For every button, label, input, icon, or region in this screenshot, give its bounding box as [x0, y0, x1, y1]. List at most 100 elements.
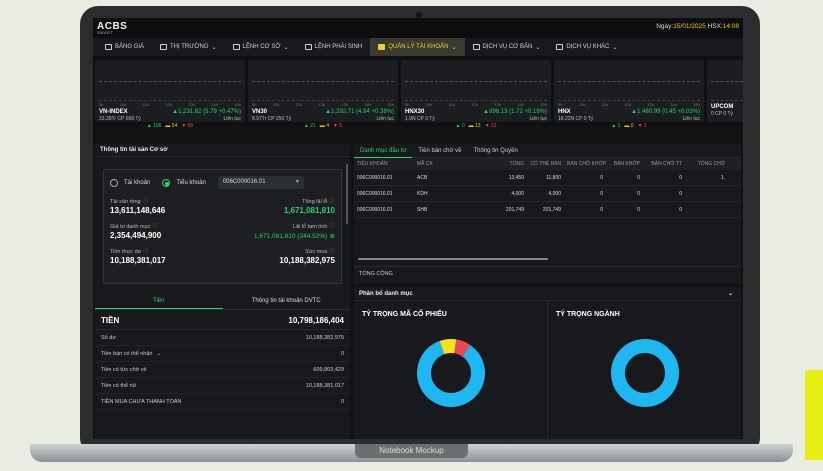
tab-dvtc-info[interactable]: Thông tin tài khoản DVTC: [223, 294, 351, 309]
net-assets: Tài sản ròng ⓘ 13,611,148,646: [110, 197, 223, 215]
date-time: Ngày:15/01/2025 HSX:14:08: [656, 23, 739, 30]
tick-label: 14h: [670, 102, 677, 107]
column-header[interactable]: TIỂU KHOẢN: [354, 158, 414, 170]
nav-label: LỆNH CƠ SỞ: [242, 44, 281, 50]
horizontal-scrollbar[interactable]: [358, 258, 548, 260]
stock-chart-title: TỶ TRỌNG MÃ CỔ PHIẾU: [362, 311, 447, 318]
advance-count: 0: [461, 123, 465, 129]
table-cell: 0: [637, 175, 640, 181]
tab-cash[interactable]: Tiền: [95, 294, 223, 309]
time-value: 14:08: [722, 23, 739, 30]
subaccount-radio[interactable]: [162, 178, 171, 187]
column-header[interactable]: BÁN CHỜ TT: [643, 158, 685, 170]
nav-item-4[interactable]: QUẢN LÝ TÀI KHOẢN ⌄: [370, 38, 465, 56]
list-item: TIỀN MUA CHƯA THANH TOÁN 0: [95, 394, 350, 410]
column-header[interactable]: BÁN CHỜ KHỚP: [564, 158, 606, 170]
table-cell: 4,000: [511, 191, 524, 197]
nav-item-3[interactable]: LỆNH PHÁI SINH: [297, 38, 371, 56]
column-header[interactable]: BÁN KHỚP: [606, 158, 643, 170]
table-row[interactable]: 006C000016.01 KDH 4,000 4,000 0 0 0: [354, 186, 741, 202]
table-cell: 0: [679, 207, 682, 213]
tick-label: 10h: [119, 102, 127, 107]
tab-rights-info[interactable]: Thông tin Quyền: [467, 144, 523, 158]
tab-pending-sales[interactable]: Tiền bán chờ về: [412, 144, 467, 158]
column-header[interactable]: MÃ CK: [414, 158, 472, 170]
row-value: 0: [340, 399, 344, 405]
nav-item-5[interactable]: DỊCH VỤ CƠ BẢN ⌄: [465, 38, 549, 56]
table-cell: 006C000016.01: [357, 175, 393, 181]
unchanged-count: 54: [171, 123, 178, 129]
index-value: 0 Tỷ: [583, 116, 594, 122]
table-cell: 0: [679, 191, 682, 197]
table-cell: 11,800: [546, 175, 561, 181]
chevron-down-icon: ⌄: [612, 44, 618, 51]
nav-item-6[interactable]: DỊCH VỤ KHÁC ⌄: [548, 38, 625, 56]
index-card[interactable]: 9h 10h 11h 12h 13h 14h 15h VN-INDEX ▲1,231.82 …: [95, 60, 245, 129]
service-icon: [556, 44, 564, 50]
donut-slice[interactable]: [610, 339, 679, 407]
tick-label: 13h: [494, 102, 502, 107]
column-header[interactable]: TỔNG: [472, 158, 527, 170]
index-value: 668 Tỷ: [125, 116, 141, 122]
chart-icon: [160, 44, 168, 50]
time-axis: 9h 10h 11h 12h 13h 14h 15h: [558, 102, 700, 107]
index-card[interactable]: 9h 10h 11h 12h 13h 14h 15h HNX30 ▲896.13 (1.72…: [401, 60, 551, 129]
info-icon[interactable]: ⓘ: [329, 249, 335, 255]
table-cell: 0: [600, 207, 603, 213]
index-card[interactable]: 9h 10h 11h 12h 13h 14h 15h HNX ▲1,460.99 (0.45…: [554, 60, 704, 129]
monitor-icon: [105, 44, 112, 50]
account-radio[interactable]: [110, 178, 118, 187]
decline-count: 5: [339, 123, 343, 129]
column-header[interactable]: CÓ THỂ BÁN: [527, 158, 564, 170]
mockup-label: Notebook Mockup: [355, 444, 468, 458]
account-select[interactable]: 006C000016.01: [217, 176, 304, 189]
nav-item-0[interactable]: BẢNG GIÁ: [97, 38, 152, 56]
collapse-icon[interactable]: ⌄: [728, 287, 733, 300]
tick-label: 14h: [517, 102, 524, 107]
tick-label: 12h: [318, 102, 326, 107]
table-cell: 006C000016.01: [357, 207, 393, 213]
info-icon[interactable]: ⓘ: [143, 249, 149, 255]
table-row[interactable]: 006C000016.01 ACB 13,450 11,800 0 0 0 1,: [354, 170, 741, 186]
info-icon[interactable]: ⓘ: [329, 199, 335, 205]
column-header[interactable]: TỔNG CHỜ: [685, 158, 728, 170]
index-volume: 0 CP: [711, 111, 723, 117]
expand-icon[interactable]: ⊕: [330, 233, 335, 240]
index-sparkline: [99, 63, 241, 101]
advance-count: 196: [153, 123, 162, 129]
cash-label: Tiền thực dư: [110, 249, 142, 255]
table-cell: 201,749: [505, 207, 524, 213]
table-row[interactable]: 006C000016.01 SHB 201,749 201,749 0 0 0: [354, 202, 741, 218]
table-header: TIỂU KHOẢN MÃ CK TỔNG CÓ THỂ BÁN BÁN CHỜ KHỚ…: [354, 158, 741, 170]
subaccount-radio-label: Tiểu khoản: [176, 179, 206, 186]
index-value: 0 Tỷ: [425, 116, 435, 122]
date-prefix: Ngày:: [656, 23, 674, 30]
row-label: TIỀN MUA CHƯA THANH TOÁN: [101, 399, 182, 405]
app-screen: ACBS SMART Ngày:15/01/2025 HSX:14:08 BẢN…: [93, 18, 743, 439]
grid-icon: [472, 44, 480, 50]
info-icon[interactable]: ⓘ: [152, 224, 158, 230]
nav-item-1[interactable]: THỊ TRƯỜNG ⌄: [152, 38, 225, 56]
tick-label: 15h: [693, 102, 700, 107]
tick-label: 15h: [387, 102, 394, 107]
portfolio-tabs: Danh mục đầu tư Tiền bán chờ về Thông ti…: [354, 144, 741, 158]
app-logo[interactable]: ACBS SMART: [97, 21, 127, 35]
chevron-down-icon: ⌄: [535, 44, 541, 51]
list-item: Tiền bán có thể nhận ⌄ 0: [95, 346, 350, 362]
table-cell: 0: [637, 191, 640, 197]
cash-value: 10,188,381,017: [110, 256, 166, 265]
trend-icon: [304, 44, 312, 50]
info-icon[interactable]: ⓘ: [329, 224, 335, 230]
tick-label: 9h: [558, 102, 563, 107]
index-card[interactable]: 9h 10h 11h 12h 13h 14h 15h VN30 ▲1,292.71 (4.9…: [248, 60, 398, 129]
portfolio-panel: Danh mục đầu tư Tiền bán chờ về Thông ti…: [354, 144, 741, 284]
tab-portfolio[interactable]: Danh mục đầu tư: [354, 144, 413, 158]
tick-label: 9h: [252, 102, 257, 107]
chevron-down-icon[interactable]: ⌄: [156, 351, 161, 357]
index-card[interactable]: UPCOM 0 CP 0 Tỷ: [707, 60, 743, 122]
vertical-scrollbar[interactable]: [346, 164, 348, 224]
unchanged-count: 13: [475, 123, 481, 129]
nav-item-2[interactable]: LỆNH CƠ SỞ ⌄: [225, 38, 297, 56]
index-volume: 33.39Tr CP: [99, 116, 125, 122]
info-icon[interactable]: ⓘ: [143, 199, 149, 205]
